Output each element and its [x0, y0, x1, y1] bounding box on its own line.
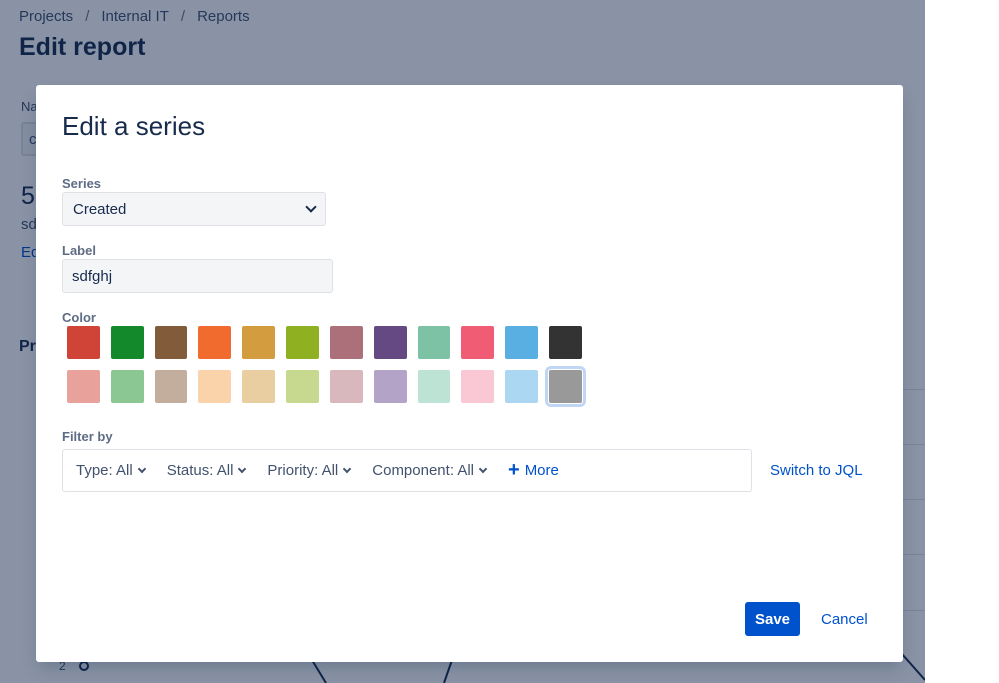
dialog-title: Edit a series: [62, 111, 206, 141]
filter-label: Filter by: [62, 429, 113, 444]
color-swatch[interactable]: [154, 370, 188, 403]
filter-bar: Type: All Status: All Priority: All Comp…: [62, 449, 752, 492]
color-swatch[interactable]: [198, 326, 232, 359]
color-row-light: [67, 366, 586, 407]
filter-type-label: Type: All: [76, 462, 133, 479]
series-select-value: Created: [73, 200, 127, 218]
color-swatch[interactable]: [373, 326, 407, 359]
color-swatch[interactable]: [505, 326, 539, 359]
color-swatch[interactable]: [110, 326, 144, 359]
filter-status-label: Status: All: [166, 462, 234, 479]
color-swatch[interactable]: [110, 370, 144, 403]
window-margin: [925, 0, 999, 683]
color-swatch[interactable]: [286, 326, 319, 359]
filter-component[interactable]: Component: All: [372, 462, 488, 479]
series-select[interactable]: Created: [62, 192, 326, 226]
chevron-down-icon: [305, 201, 317, 213]
color-swatch[interactable]: [417, 370, 451, 403]
color-row-saturated: [67, 326, 582, 359]
filter-type[interactable]: Type: All: [76, 462, 146, 479]
filter-priority-label: Priority: All: [267, 462, 339, 479]
edit-series-dialog: Edit a series Series Created Label Color…: [36, 85, 903, 662]
color-swatch[interactable]: [549, 326, 582, 359]
color-swatch[interactable]: [417, 326, 451, 359]
label-field-label: Label: [62, 243, 96, 258]
more-filters-label: More: [524, 462, 559, 479]
color-swatch[interactable]: [461, 370, 495, 403]
filter-priority[interactable]: Priority: All: [267, 462, 352, 479]
chevron-down-icon: [343, 464, 352, 473]
color-swatch[interactable]: [373, 370, 407, 403]
color-swatch[interactable]: [329, 370, 363, 403]
color-swatch[interactable]: [242, 370, 276, 403]
color-swatch[interactable]: [242, 326, 276, 359]
color-swatch[interactable]: [545, 366, 586, 407]
filter-component-label: Component: All: [372, 462, 474, 479]
switch-to-jql-link[interactable]: Switch to JQL: [770, 462, 863, 479]
cancel-button[interactable]: Cancel: [811, 602, 878, 636]
label-input[interactable]: [62, 259, 333, 293]
color-swatch[interactable]: [286, 370, 319, 403]
chevron-down-icon: [137, 464, 146, 473]
color-swatch[interactable]: [505, 370, 539, 403]
color-swatch[interactable]: [461, 326, 495, 359]
more-filters-button[interactable]: + More: [508, 458, 559, 481]
chevron-down-icon: [238, 464, 247, 473]
color-label: Color: [62, 310, 96, 325]
color-picker: [62, 326, 586, 414]
color-swatch[interactable]: [67, 326, 100, 359]
color-swatch[interactable]: [198, 370, 232, 403]
filter-status[interactable]: Status: All: [166, 462, 247, 479]
chevron-down-icon: [478, 464, 488, 473]
color-swatch[interactable]: [329, 326, 363, 359]
save-button[interactable]: Save: [745, 602, 800, 636]
series-label: Series: [62, 176, 102, 191]
plus-icon: +: [508, 458, 520, 481]
color-swatch[interactable]: [67, 370, 100, 403]
color-swatch[interactable]: [154, 326, 188, 359]
